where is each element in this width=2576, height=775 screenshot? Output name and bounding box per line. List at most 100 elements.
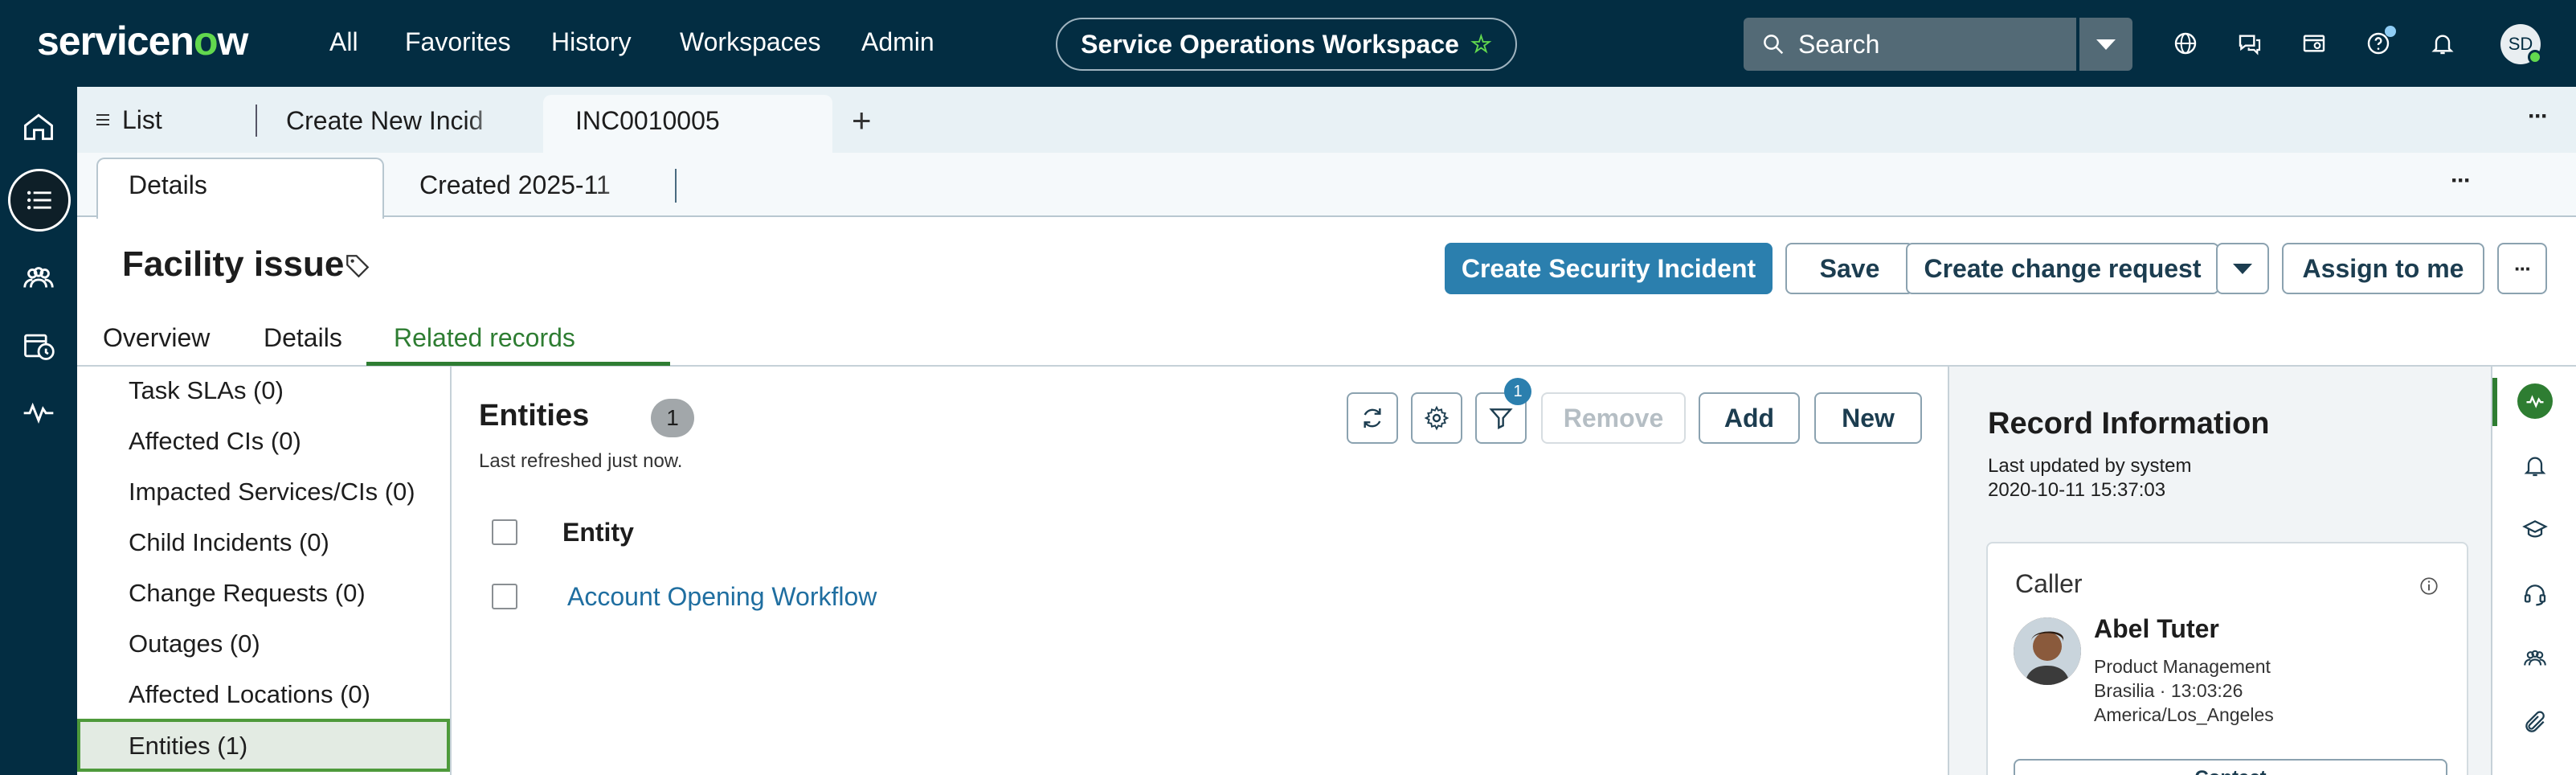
servicenow-logo[interactable]: servicenow: [37, 18, 248, 64]
notification-dot: [2385, 26, 2396, 37]
record-information-panel: Record Information Last updated by syste…: [1948, 367, 2491, 775]
tab-overview[interactable]: Overview: [103, 323, 210, 353]
create-security-incident-button[interactable]: Create Security Incident: [1445, 243, 1773, 294]
add-tab-icon[interactable]: +: [852, 101, 872, 140]
caller-location-time: Brasilia · 13:03:26: [2094, 680, 2243, 701]
column-header-entity[interactable]: Entity: [562, 518, 634, 547]
presence-indicator: [2528, 50, 2542, 64]
menu-icon: [96, 114, 109, 125]
schedule-icon[interactable]: [13, 320, 64, 371]
last-updated-by: Last updated by system: [1988, 455, 2192, 477]
subtab-created[interactable]: Created 2025-11: [419, 170, 660, 200]
related-item-outages[interactable]: Outages (0): [129, 629, 260, 658]
caller-name[interactable]: Abel Tuter: [2094, 614, 2219, 644]
chevron-down-icon: [2096, 39, 2116, 50]
tag-icon[interactable]: [344, 252, 371, 284]
attachment-icon[interactable]: [2517, 704, 2554, 741]
people-icon[interactable]: [2517, 640, 2554, 677]
headset-icon[interactable]: [2517, 576, 2554, 613]
create-change-request-button[interactable]: Create change request: [1906, 243, 2219, 294]
form-tab-bar: Overview Details Related records: [77, 312, 2576, 367]
related-item-affected-cis[interactable]: Affected CIs (0): [129, 427, 301, 456]
related-item-child-incidents[interactable]: Child Incidents (0): [129, 528, 329, 557]
new-button[interactable]: New: [1814, 392, 1922, 444]
more-actions-button[interactable]: ···: [2497, 243, 2547, 294]
tab-create-new-incident[interactable]: Create New Incid: [286, 106, 511, 136]
entities-title: Entities: [479, 399, 590, 433]
tab-divider: [256, 105, 257, 137]
related-records-list: Task SLAs (0) Affected CIs (0) Impacted …: [77, 367, 452, 775]
bell-icon[interactable]: [2428, 29, 2457, 58]
activity-icon[interactable]: [13, 386, 64, 437]
record-subtab-bar: Details Created 2025-11 ···: [77, 153, 2576, 219]
entity-link[interactable]: Account Opening Workflow: [567, 582, 877, 612]
tab-details[interactable]: Details: [264, 323, 342, 353]
subtab-divider: [675, 169, 677, 203]
last-refreshed-text: Last refreshed just now.: [479, 450, 683, 472]
tab-overflow-icon[interactable]: ···: [2528, 103, 2549, 130]
connect-icon[interactable]: [2300, 29, 2329, 58]
refresh-icon: [1364, 408, 1381, 428]
workspace-tab-bar: List Create New Incid INC0010005 + ···: [77, 87, 2576, 153]
workspace-selector[interactable]: Service Operations Workspace ☆: [1056, 18, 1517, 71]
caller-department: Product Management: [2094, 656, 2271, 677]
nav-history[interactable]: History: [551, 27, 632, 57]
notification-icon[interactable]: [2517, 447, 2554, 484]
caller-avatar[interactable]: [2014, 617, 2081, 685]
search-placeholder: Search: [1798, 29, 1880, 59]
gear-icon: [1424, 405, 1450, 431]
subtab-details-label: Details: [129, 170, 207, 199]
chat-icon[interactable]: [2235, 29, 2264, 58]
last-updated-at: 2020-10-11 15:37:03: [1988, 479, 2166, 501]
related-item-task-slas[interactable]: Task SLAs (0): [129, 376, 284, 405]
record-info-title: Record Information: [1988, 407, 2270, 441]
search-icon: [1764, 35, 1784, 55]
utility-active-indicator: [2492, 378, 2497, 426]
caller-card: Caller Abel Tuter Product Management Bra…: [1986, 542, 2468, 775]
list-icon[interactable]: [8, 169, 71, 232]
nav-admin[interactable]: Admin: [861, 27, 934, 57]
row-checkbox[interactable]: [492, 584, 517, 609]
info-icon[interactable]: [2419, 576, 2439, 601]
save-button[interactable]: Save: [1785, 243, 1914, 294]
related-item-entities[interactable]: Entities (1): [129, 732, 247, 761]
nav-workspaces[interactable]: Workspaces: [680, 27, 820, 57]
record-title: Facility issue: [122, 244, 345, 284]
contact-button[interactable]: Contact: [2014, 759, 2447, 775]
tab-list-label: List: [122, 105, 162, 134]
assign-to-me-button[interactable]: Assign to me: [2282, 243, 2484, 294]
refresh-button[interactable]: [1347, 392, 1398, 444]
add-button[interactable]: Add: [1699, 392, 1800, 444]
search-scope-dropdown[interactable]: [2079, 18, 2132, 71]
filter-icon: [1489, 408, 1513, 429]
related-item-affected-locations[interactable]: Affected Locations (0): [129, 680, 370, 709]
subtab-overflow-icon[interactable]: ···: [2451, 167, 2472, 195]
entities-count-badge: 1: [651, 399, 694, 437]
related-item-impacted-services[interactable]: Impacted Services/CIs (0): [129, 478, 415, 506]
agent-assist-icon[interactable]: [2517, 383, 2554, 420]
remove-button[interactable]: Remove: [1541, 392, 1686, 444]
create-change-request-dropdown[interactable]: [2216, 243, 2269, 294]
globe-icon[interactable]: [2171, 29, 2200, 58]
chevron-down-icon: [2233, 263, 2252, 274]
tab-list[interactable]: List: [77, 87, 162, 153]
nav-favorites[interactable]: Favorites: [405, 27, 511, 57]
list-settings-button[interactable]: [1411, 392, 1462, 444]
nav-all[interactable]: All: [329, 27, 358, 57]
global-search-input[interactable]: Search: [1744, 18, 2076, 71]
caller-label: Caller: [2015, 569, 2083, 598]
star-icon[interactable]: ☆: [1470, 31, 1492, 59]
utility-rail: [2491, 367, 2576, 775]
workspace-title: Service Operations Workspace: [1081, 29, 1459, 59]
active-tab-indicator: [366, 362, 670, 366]
tab-incident-label: INC0010005: [575, 106, 720, 135]
select-all-checkbox[interactable]: [492, 519, 517, 545]
left-navigation-rail: [0, 87, 77, 775]
caller-timezone: America/Los_Angeles: [2094, 704, 2274, 725]
groups-icon[interactable]: [13, 252, 64, 304]
learning-icon[interactable]: [2517, 511, 2554, 548]
tab-related-records[interactable]: Related records: [394, 323, 575, 353]
related-item-change-requests[interactable]: Change Requests (0): [129, 579, 366, 608]
home-icon[interactable]: [13, 101, 64, 153]
top-header: servicenow All Favorites History Workspa…: [0, 0, 2576, 87]
